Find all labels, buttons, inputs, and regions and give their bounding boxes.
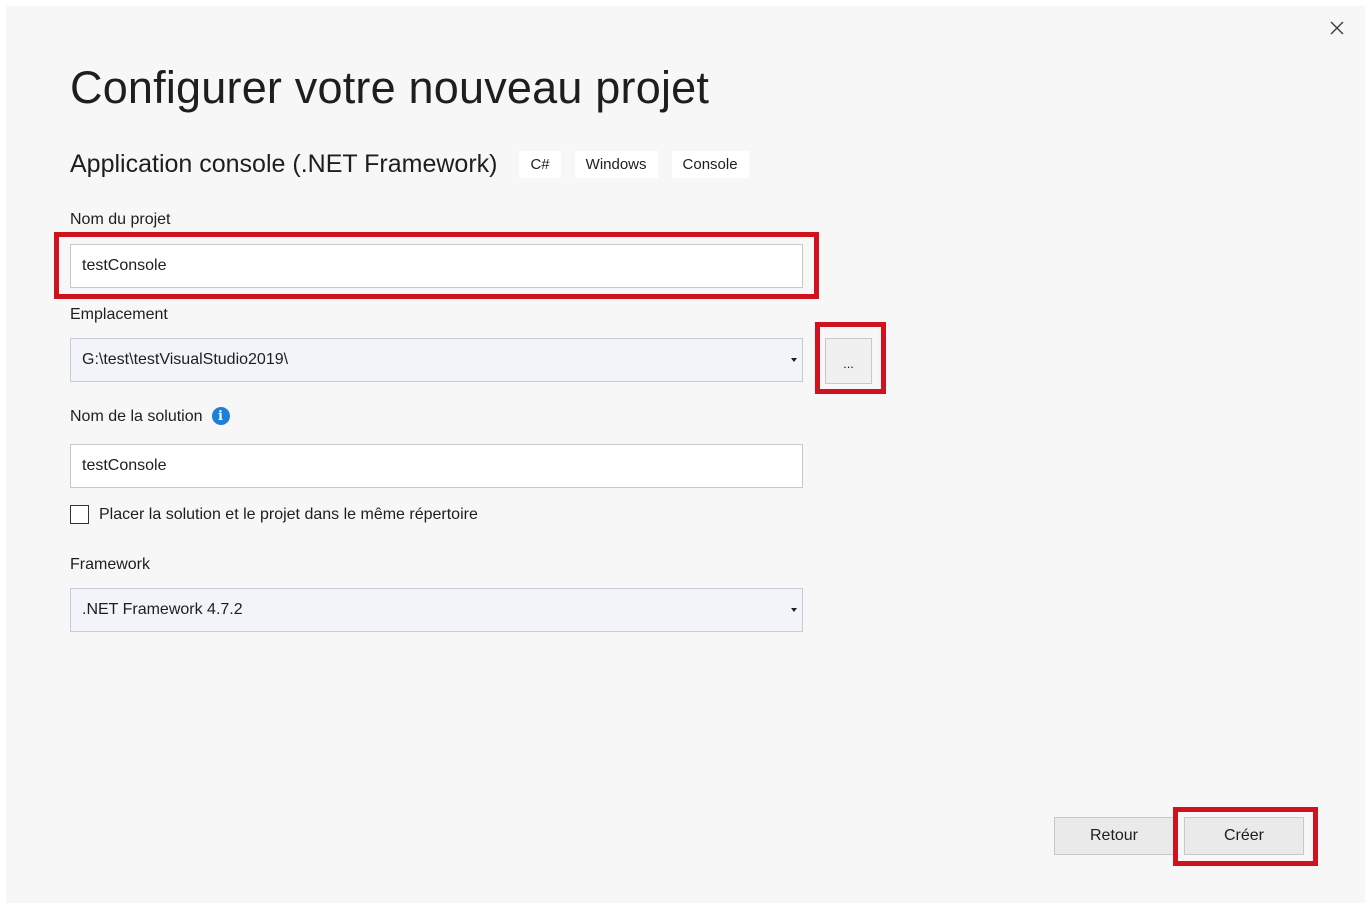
create-label: Créer <box>1223 827 1264 844</box>
browse-label: ... <box>843 356 854 371</box>
tag-platform: Windows <box>574 151 658 178</box>
framework-combobox[interactable]: .NET Framework 4.7.2 <box>70 588 803 632</box>
page-title: Configurer votre nouveau projet <box>70 62 710 113</box>
browse-button[interactable]: ... <box>825 338 872 384</box>
tag-language: C# <box>519 151 561 178</box>
create-button[interactable]: Créer <box>1184 817 1304 855</box>
chevron-down-icon <box>791 358 797 362</box>
location-label: Emplacement <box>70 306 168 323</box>
back-label: Retour <box>1089 827 1139 844</box>
close-button[interactable] <box>1326 17 1348 39</box>
project-name-label: Nom du projet <box>70 211 171 228</box>
solution-name-label-row: Nom de la solution i <box>70 407 230 426</box>
info-icon[interactable]: i <box>211 407 230 425</box>
same-directory-label[interactable]: Placer la solution et le projet dans le … <box>99 506 478 524</box>
project-name-input[interactable]: testConsole <box>70 244 803 288</box>
close-icon <box>1330 21 1344 35</box>
template-name: Application console (.NET Framework) <box>70 150 498 178</box>
framework-label: Framework <box>70 556 151 573</box>
tag-project-type: Console <box>671 151 749 178</box>
back-button[interactable]: Retour <box>1054 817 1174 855</box>
same-directory-checkbox[interactable] <box>70 505 89 524</box>
chevron-down-icon <box>791 608 797 612</box>
solution-name-value: testConsole <box>82 457 167 474</box>
solution-name-label: Nom de la solution <box>70 408 203 426</box>
location-combobox[interactable]: G:\test\testVisualStudio2019\ <box>70 338 803 382</box>
template-info: Application console (.NET Framework) C# … <box>70 150 749 179</box>
framework-value: .NET Framework 4.7.2 <box>82 601 243 618</box>
location-value: G:\test\testVisualStudio2019\ <box>82 351 289 368</box>
solution-name-input[interactable]: testConsole <box>70 444 803 488</box>
project-name-value: testConsole <box>82 257 167 274</box>
same-directory-option[interactable]: Placer la solution et le projet dans le … <box>70 505 478 524</box>
